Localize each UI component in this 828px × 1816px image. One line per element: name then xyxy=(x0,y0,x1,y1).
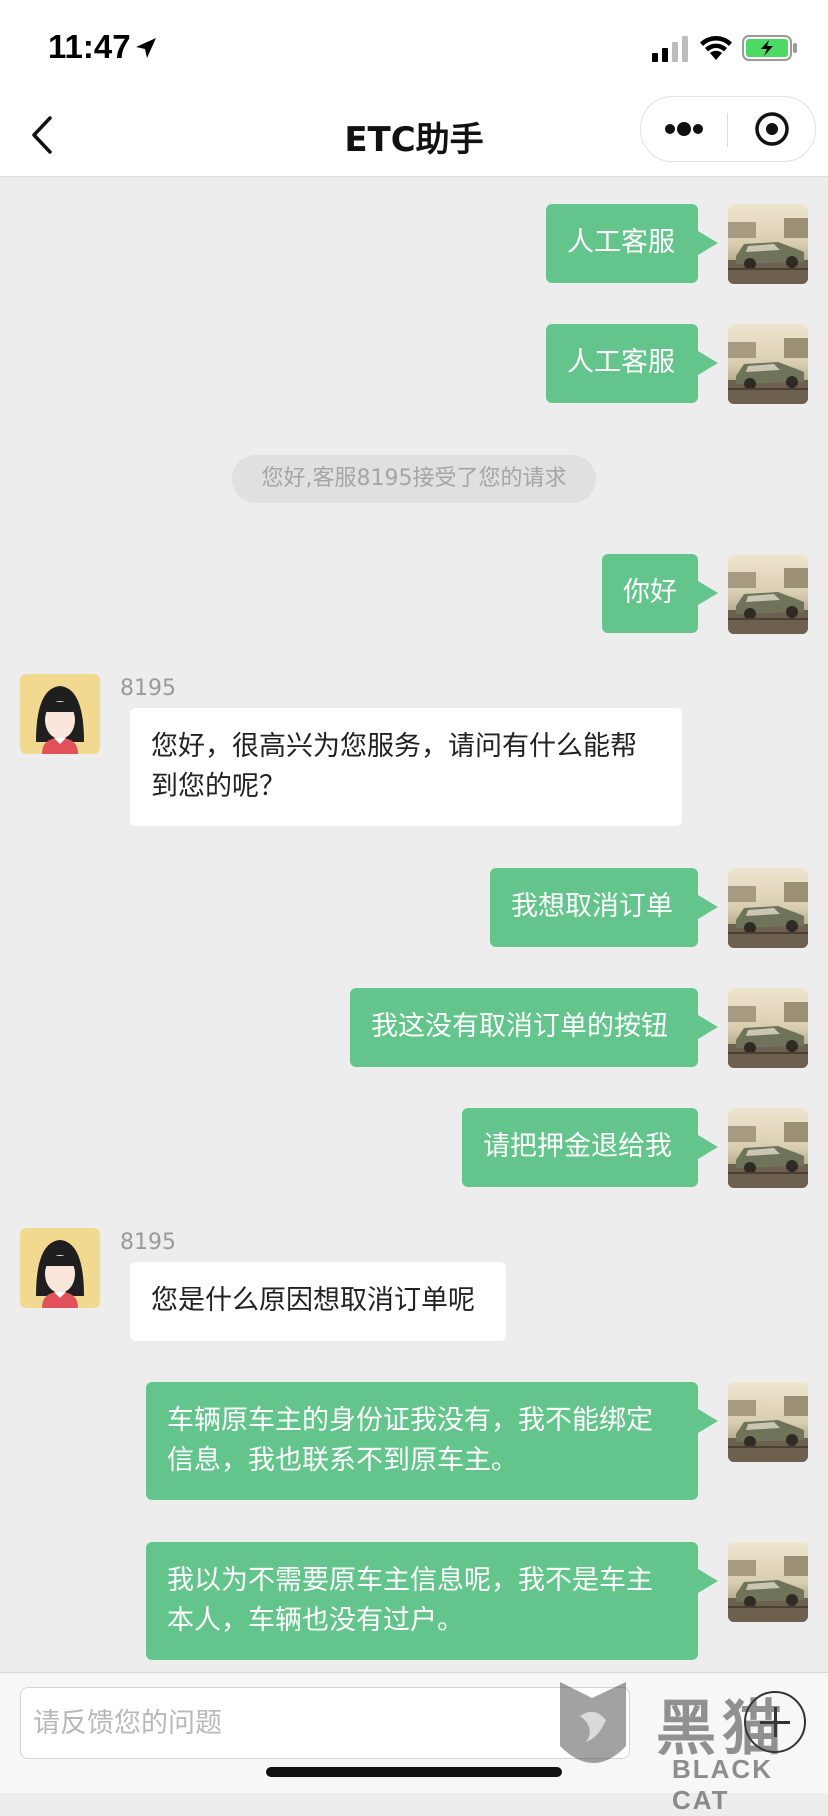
agent-name: 8195 xyxy=(120,1230,176,1255)
battery-icon xyxy=(742,35,797,61)
user-avatar[interactable] xyxy=(728,204,808,284)
close-target-icon[interactable] xyxy=(729,97,815,161)
user-avatar[interactable] xyxy=(728,1542,808,1622)
user-avatar[interactable] xyxy=(728,324,808,404)
incoming-message: 您是什么原因想取消订单呢 xyxy=(130,1262,506,1341)
watermark-subtext: BLACK CAT xyxy=(672,1754,773,1815)
outgoing-message: 我以为不需要原车主信息呢，我不是车主 本人，车辆也没有过户。 xyxy=(146,1542,718,1660)
location-arrow-icon xyxy=(136,38,156,58)
mini-program-capsule xyxy=(640,96,816,162)
wifi-icon xyxy=(700,36,732,60)
outgoing-message: 请把押金退给我 xyxy=(462,1108,718,1187)
system-notice: 您好,客服8195接受了您的请求 xyxy=(232,455,596,503)
outgoing-message: 你好 xyxy=(602,554,718,633)
signal-icon xyxy=(652,36,688,62)
nav-bar: ETC助手 xyxy=(0,92,828,177)
user-avatar[interactable] xyxy=(728,1108,808,1188)
capsule-divider xyxy=(727,113,728,147)
feedback-input[interactable] xyxy=(20,1687,630,1759)
agent-avatar[interactable] xyxy=(20,674,100,754)
status-bar: 11:47 xyxy=(0,0,828,92)
incoming-message: 您好，很高兴为您服务，请问有什么能帮 到您的呢？ xyxy=(130,708,682,826)
user-avatar[interactable] xyxy=(728,868,808,948)
user-avatar[interactable] xyxy=(728,1382,808,1462)
status-time: 11:47 xyxy=(48,28,131,65)
outgoing-message: 车辆原车主的身份证我没有，我不能绑定 信息，我也联系不到原车主。 xyxy=(146,1382,718,1500)
outgoing-message: 我想取消订单 xyxy=(490,868,718,947)
outgoing-message: 人工客服 xyxy=(546,324,718,403)
home-indicator[interactable] xyxy=(266,1767,562,1777)
user-avatar[interactable] xyxy=(728,554,808,634)
user-avatar[interactable] xyxy=(728,988,808,1068)
agent-name: 8195 xyxy=(120,676,176,701)
agent-avatar[interactable] xyxy=(20,1228,100,1308)
more-icon[interactable] xyxy=(641,97,727,161)
outgoing-message: 我这没有取消订单的按钮 xyxy=(350,988,718,1067)
outgoing-message: 人工客服 xyxy=(546,204,718,283)
